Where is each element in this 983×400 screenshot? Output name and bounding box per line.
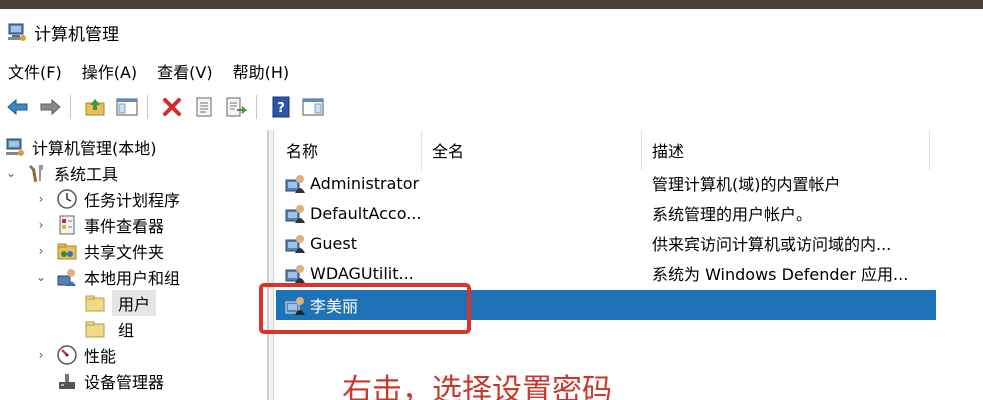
delete-x-icon bbox=[163, 98, 181, 116]
annotation-text: 右击，选择设置密码 bbox=[342, 373, 612, 400]
action-pane-icon bbox=[302, 98, 324, 116]
tree-item-task-scheduler[interactable]: › 任务计划程序 bbox=[34, 186, 180, 212]
top-edge-strip bbox=[0, 0, 983, 9]
computer-management-icon bbox=[8, 23, 26, 41]
toolbar: ? bbox=[0, 88, 983, 126]
toolbar-separator bbox=[147, 95, 148, 119]
svg-text:?: ? bbox=[277, 101, 285, 116]
delete-button[interactable] bbox=[158, 93, 186, 121]
tree-item-users[interactable]: 用户 bbox=[84, 290, 157, 316]
user-account-icon bbox=[285, 235, 305, 253]
console-tree-icon bbox=[116, 98, 138, 116]
highlight-box bbox=[259, 283, 471, 334]
up-folder-icon bbox=[85, 99, 105, 116]
tree-item-computer-management[interactable]: 计算机管理(本地) bbox=[4, 134, 157, 160]
up-folder-button[interactable] bbox=[81, 93, 109, 121]
users-group-icon bbox=[57, 269, 76, 286]
user-name: Administrator bbox=[310, 173, 420, 193]
menu-file[interactable]: 文件(F) bbox=[8, 57, 62, 85]
export-list-icon bbox=[226, 97, 247, 117]
user-description: 供来宾访问计算机或访问域的内... bbox=[652, 235, 892, 254]
user-name: Guest bbox=[310, 233, 357, 253]
window-title: 计算机管理 bbox=[34, 24, 119, 45]
back-button[interactable] bbox=[4, 93, 32, 121]
user-description: 管理计算机(域)的内置帐户 bbox=[652, 175, 841, 194]
tree-item-event-viewer[interactable]: › 事件查看器 bbox=[34, 212, 164, 238]
tree-item-shared-folders[interactable]: › 共享文件夹 bbox=[34, 238, 164, 264]
device-manager-icon bbox=[59, 374, 75, 389]
tree-label: 设备管理器 bbox=[84, 373, 165, 392]
folder-icon bbox=[85, 295, 105, 312]
tree-label: 用户 bbox=[112, 290, 157, 316]
forward-arrow-icon bbox=[40, 98, 61, 116]
chevron-down-icon[interactable]: ⌄ bbox=[4, 166, 18, 180]
toolbar-separator bbox=[256, 95, 257, 119]
properties-button[interactable] bbox=[190, 93, 218, 121]
export-list-button[interactable] bbox=[222, 93, 250, 121]
menu-help[interactable]: 帮助(H) bbox=[233, 57, 290, 85]
column-header-description[interactable]: 描述 bbox=[642, 130, 930, 170]
list-header: 名称 全名 描述 bbox=[276, 130, 936, 170]
column-header-name[interactable]: 名称 bbox=[276, 130, 422, 170]
tree-item-performance[interactable]: › 性能 bbox=[34, 342, 116, 368]
user-name: WDAGUtilit... bbox=[310, 263, 414, 283]
pane-splitter[interactable] bbox=[268, 130, 274, 400]
user-name: DefaultAcco... bbox=[310, 203, 422, 223]
menu-view[interactable]: 查看(V) bbox=[157, 57, 212, 85]
column-header-full-name[interactable]: 全名 bbox=[422, 130, 642, 170]
tree-label: 性能 bbox=[84, 347, 117, 366]
forward-button[interactable] bbox=[36, 93, 64, 121]
user-account-icon bbox=[285, 175, 305, 193]
shared-folder-icon bbox=[57, 243, 77, 260]
event-viewer-icon bbox=[59, 215, 75, 235]
folder-icon bbox=[85, 321, 105, 338]
tree-item-groups[interactable]: 组 bbox=[84, 316, 134, 342]
tree-item-system-tools[interactable]: ⌄ 系统工具 bbox=[4, 160, 118, 186]
user-account-icon bbox=[285, 205, 305, 223]
chevron-right-icon[interactable]: › bbox=[34, 244, 48, 258]
tree-label: 系统工具 bbox=[54, 165, 119, 184]
tree-label: 事件查看器 bbox=[84, 217, 165, 236]
toolbar-separator bbox=[70, 95, 71, 119]
tree-label: 共享文件夹 bbox=[84, 243, 165, 262]
list-row-user[interactable]: Administrator 管理计算机(域)的内置帐户 bbox=[276, 168, 936, 198]
list-row-user[interactable]: Guest 供来宾访问计算机或访问域的内... bbox=[276, 228, 936, 258]
tree-label: 组 bbox=[118, 321, 135, 340]
help-button[interactable]: ? bbox=[267, 93, 295, 121]
chevron-right-icon[interactable]: › bbox=[34, 348, 48, 362]
chevron-right-icon[interactable]: › bbox=[34, 192, 48, 206]
user-description: 系统管理的用户帐户。 bbox=[652, 205, 813, 224]
console-tree: 计算机管理(本地) ⌄ 系统工具 › 任务计划程序 › 事件查看器 › 共享文件… bbox=[0, 130, 268, 400]
tree-label: 计算机管理(本地) bbox=[32, 139, 157, 158]
show-hide-action-pane-button[interactable] bbox=[299, 93, 327, 121]
performance-gauge-icon bbox=[57, 345, 77, 365]
show-hide-console-tree-button[interactable] bbox=[113, 93, 141, 121]
user-account-icon bbox=[285, 265, 305, 283]
user-list-pane: 名称 全名 描述 Administrator 管理计算机(域)的内置帐户 Def… bbox=[276, 130, 983, 400]
tools-icon bbox=[29, 165, 43, 183]
tree-item-device-manager[interactable]: 设备管理器 bbox=[56, 368, 164, 394]
computer-management-icon bbox=[6, 138, 24, 156]
user-description: 系统为 Windows Defender 应用... bbox=[652, 265, 909, 284]
clock-icon bbox=[57, 189, 77, 209]
chevron-right-icon[interactable]: › bbox=[34, 218, 48, 232]
menu-action[interactable]: 操作(A) bbox=[82, 57, 137, 85]
tree-label: 本地用户和组 bbox=[84, 269, 181, 288]
back-arrow-icon bbox=[7, 98, 28, 116]
menu-bar: 文件(F) 操作(A) 查看(V) 帮助(H) bbox=[0, 56, 983, 86]
chevron-down-icon[interactable]: ⌄ bbox=[34, 270, 48, 284]
help-icon: ? bbox=[272, 96, 290, 118]
tree-item-local-users-groups[interactable]: ⌄ 本地用户和组 bbox=[34, 264, 180, 290]
title-bar: 计算机管理 bbox=[0, 9, 983, 55]
properties-icon bbox=[196, 97, 212, 117]
tree-label: 任务计划程序 bbox=[84, 191, 181, 210]
list-row-user[interactable]: DefaultAcco... 系统管理的用户帐户。 bbox=[276, 198, 936, 228]
